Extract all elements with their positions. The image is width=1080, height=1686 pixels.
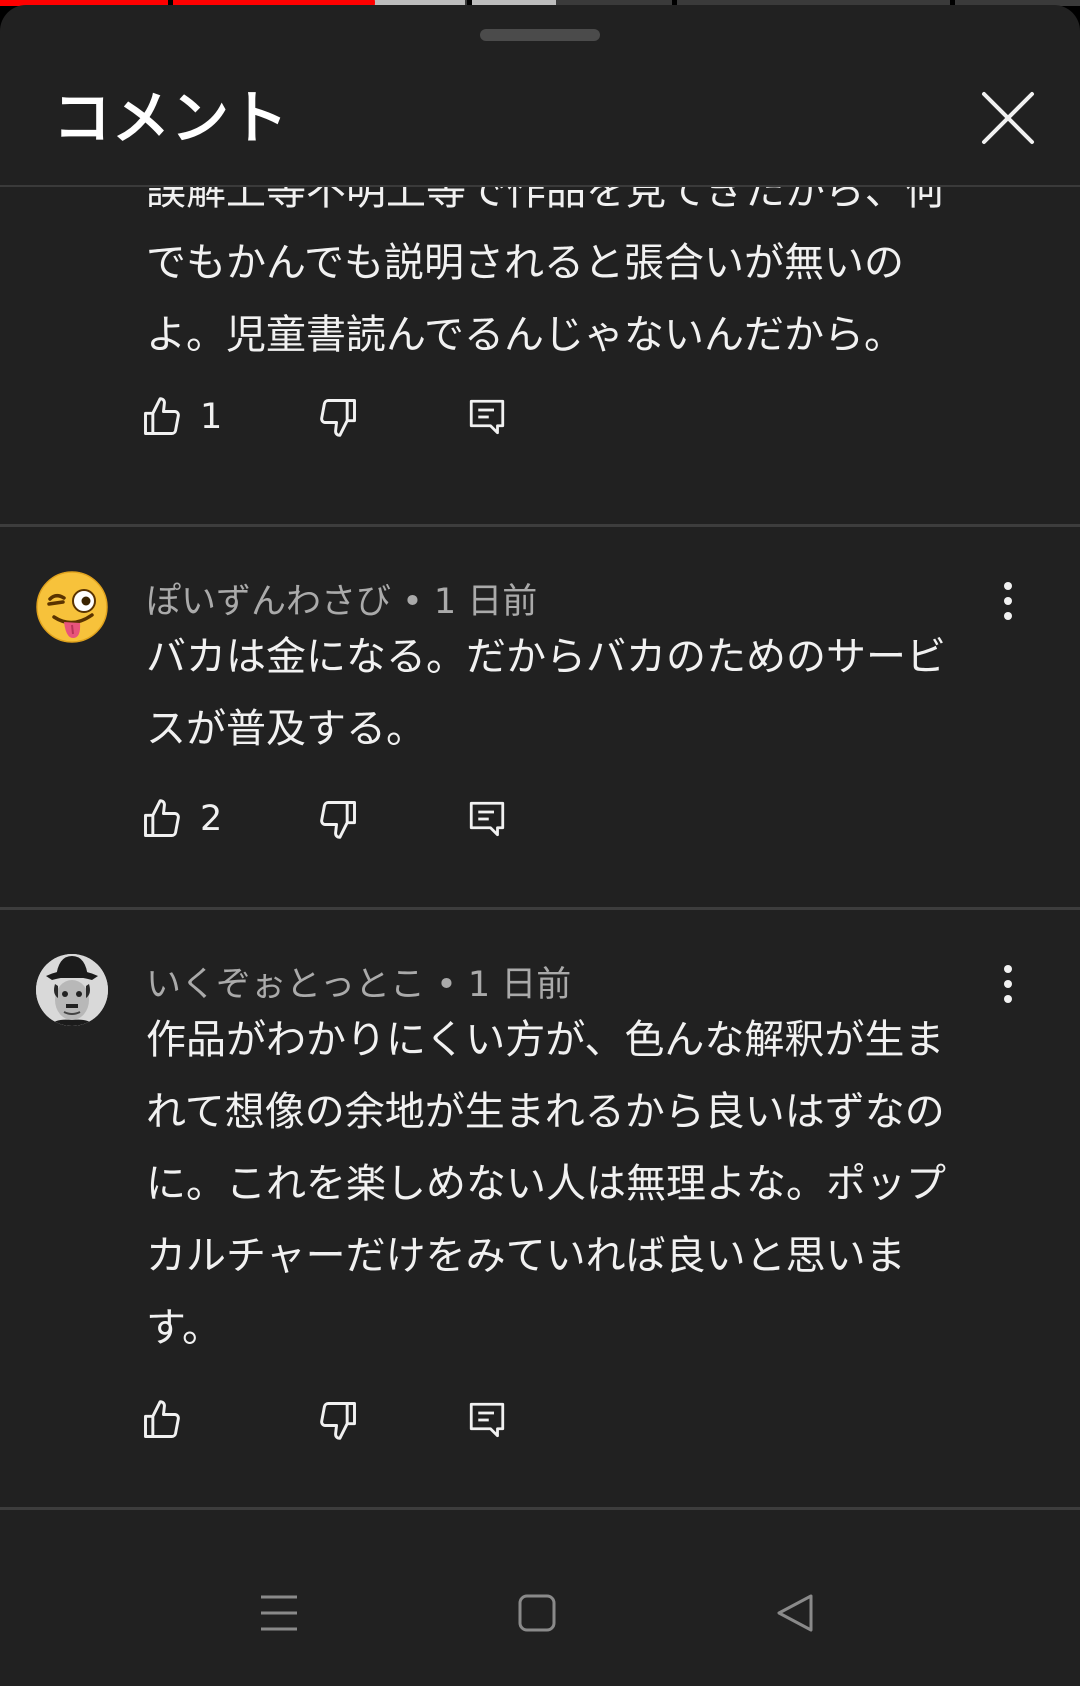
close-button[interactable] [970, 80, 1046, 156]
avatar[interactable] [36, 954, 108, 1026]
reply-button[interactable] [466, 387, 508, 447]
like-button[interactable] [140, 1390, 200, 1450]
dislike-button[interactable] [316, 1390, 360, 1450]
system-nav-bar [0, 1540, 1080, 1686]
comment-meta: いくぞぉとっとこ • 1 日前 [146, 965, 572, 1005]
comments-sheet: コメント 誤解上等不明上等で作品を見てきたから、何 でもかんでも説明されると張合… [0, 5, 1080, 1686]
screen: コメント 誤解上等不明上等で作品を見てきたから、何 でもかんでも説明されると張合… [0, 0, 1080, 1686]
more-vert-icon [1004, 597, 1012, 605]
thumb-up-icon [144, 1400, 180, 1438]
thumb-up-icon [144, 799, 180, 837]
dislike-button[interactable] [316, 387, 360, 447]
thumb-down-icon [320, 1402, 356, 1440]
more-vert-icon [1004, 582, 1012, 590]
dislike-button[interactable] [316, 789, 360, 849]
home-button[interactable] [477, 1540, 597, 1686]
reply-button[interactable] [466, 789, 508, 849]
sheet-header: コメント [0, 5, 1080, 185]
comment-text: 作品がわかりにくい方が、色んな解釈が生ま れて想像の余地が生まれるから良いはずな… [146, 1017, 946, 1351]
like-count: 1 [200, 397, 223, 437]
close-icon [982, 92, 1034, 144]
more-vert-icon [1004, 980, 1012, 988]
comment-item: いくぞぉとっとこ • 1 日前 作品がわかりにくい方が、色んな解釈が生ま れて想… [0, 910, 1080, 1510]
thumb-down-icon [320, 399, 356, 437]
more-vert-icon [1004, 612, 1012, 620]
like-button[interactable]: 2 [140, 789, 222, 849]
comment-meta: ぽいずんわさび • 1 日前 [146, 582, 538, 622]
more-vert-icon [1004, 965, 1012, 973]
reply-button[interactable] [466, 1390, 508, 1450]
comment-item: ぽいずんわさび • 1 日前 バカは金になる。だからバカのためのサービ スが普及… [0, 527, 1080, 907]
comment-text: バカは金になる。だからバカのためのサービ スが普及する。 [146, 634, 946, 752]
avatar[interactable] [36, 571, 108, 643]
reply-comment-icon [469, 1402, 505, 1438]
thumb-up-icon [144, 397, 180, 435]
thumb-down-icon [320, 801, 356, 839]
comment-actions [140, 1390, 640, 1450]
home-icon [518, 1594, 556, 1632]
winking-face-with-tongue-emoji [36, 571, 108, 643]
comment-item: 誤解上等不明上等で作品を見てきたから、何 でもかんでも説明されると張合いが無いの… [0, 187, 1080, 515]
back-icon [777, 1594, 813, 1632]
bowler-hat-portrait-avatar [36, 954, 108, 1026]
sheet-title: コメント [53, 84, 290, 152]
more-vert-icon [1004, 995, 1012, 1003]
comment-actions: 2 [140, 789, 640, 849]
comment-list[interactable]: 誤解上等不明上等で作品を見てきたから、何 でもかんでも説明されると張合いが無いの… [0, 187, 1080, 1517]
back-button[interactable] [735, 1540, 855, 1686]
recent-apps-icon [261, 1595, 297, 1631]
comment-divider [0, 1507, 1080, 1510]
reply-comment-icon [469, 801, 505, 837]
recent-apps-button[interactable] [219, 1540, 339, 1686]
like-count: 2 [200, 799, 223, 839]
reply-comment-icon [469, 399, 505, 435]
like-button[interactable]: 1 [140, 387, 222, 447]
comment-actions: 1 [140, 387, 640, 447]
comment-text: 誤解上等不明上等で作品を見てきたから、何 でもかんでも説明されると張合いが無いの… [146, 187, 945, 358]
